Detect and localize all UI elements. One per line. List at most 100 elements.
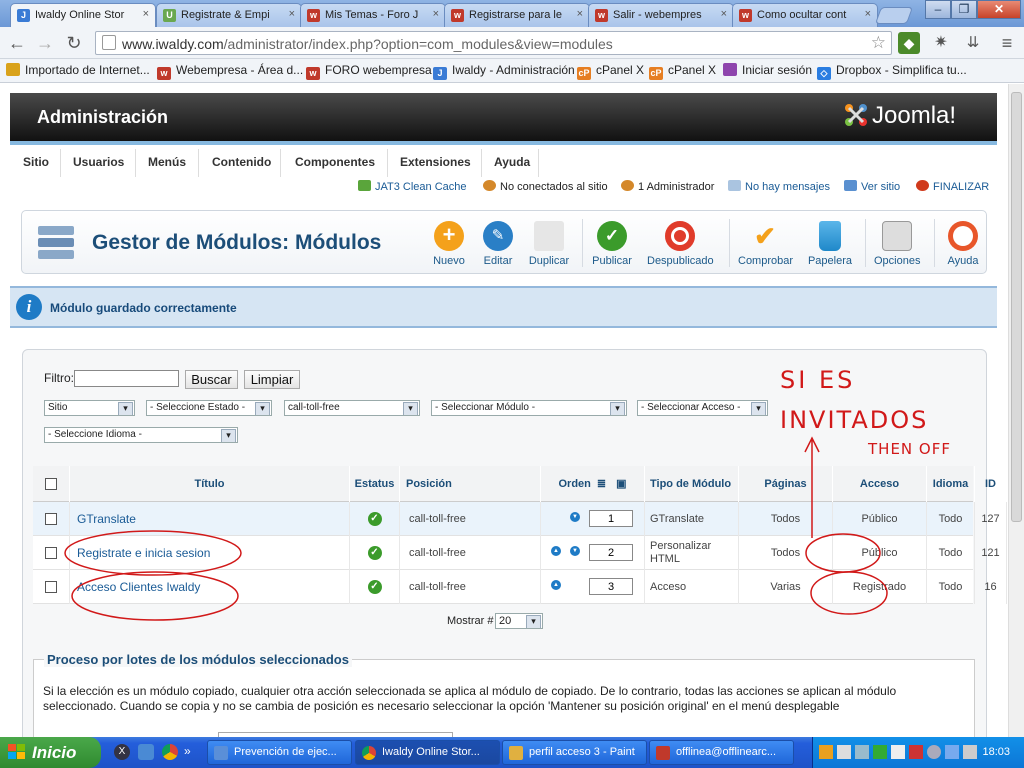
published-check-icon[interactable]: ✓ <box>367 580 382 594</box>
bookmark-item[interactable]: J Iwaldy - Administración <box>433 63 575 80</box>
access-select[interactable]: - Seleccionar Acceso - <box>637 400 768 416</box>
menu-usuarios[interactable]: Usuarios <box>73 155 124 169</box>
taskbar-item-active[interactable]: Iwaldy Online Stor... <box>355 740 500 765</box>
trash-button[interactable]: Papelera <box>807 221 853 267</box>
tray-app-icon[interactable] <box>873 745 887 759</box>
duplicate-button[interactable]: Duplicar <box>526 221 572 267</box>
new-tab-button[interactable] <box>874 7 914 24</box>
move-up-icon[interactable]: ▲ <box>551 546 561 556</box>
unpublish-button[interactable]: Despublicado <box>647 221 714 267</box>
menu-componentes[interactable]: Componentes <box>295 155 375 169</box>
row-checkbox[interactable] <box>45 581 57 593</box>
tab-close-icon[interactable]: × <box>433 8 439 20</box>
position-select[interactable]: call-toll-free <box>284 400 420 416</box>
start-button[interactable]: Inicio <box>0 737 101 768</box>
quicklaunch-chrome-icon[interactable] <box>162 744 178 760</box>
tray-app-icon[interactable] <box>819 745 833 759</box>
menu-ayuda[interactable]: Ayuda <box>494 155 530 169</box>
tab-close-icon[interactable]: × <box>721 8 727 20</box>
scrollbar-thumb[interactable] <box>1011 92 1022 522</box>
quicklaunch-more-icon[interactable]: » <box>184 744 200 760</box>
browser-tab-active[interactable]: J Iwaldy Online Stor × <box>10 3 156 28</box>
pagination-limit-select[interactable]: 20 <box>495 613 543 629</box>
tab-close-icon[interactable]: × <box>577 8 583 20</box>
taskbar-item[interactable]: offlinea@offlinearc... <box>649 740 794 765</box>
save-order-icon[interactable]: ▣ <box>616 478 626 491</box>
help-button[interactable]: Ayuda <box>944 221 982 267</box>
network-icon[interactable] <box>945 745 959 759</box>
options-button[interactable]: Opciones <box>874 221 920 267</box>
bookmark-star-icon[interactable]: ☆ <box>871 33 886 53</box>
bookmark-item[interactable]: cP cPanel X <box>649 63 716 80</box>
col-title[interactable]: Título <box>70 466 350 502</box>
client-select[interactable]: Sitio <box>44 400 135 416</box>
logout-link[interactable]: FINALIZAR <box>916 180 989 193</box>
tray-app-icon[interactable] <box>837 745 851 759</box>
tray-app-icon[interactable] <box>909 745 923 759</box>
taskbar-item[interactable]: perfil acceso 3 - Paint <box>502 740 647 765</box>
browser-tab[interactable]: w Registrarse para le × <box>444 3 590 27</box>
browser-tab[interactable]: w Como ocultar cont × <box>732 3 878 27</box>
col-type[interactable]: Tipo de Módulo <box>645 466 739 502</box>
menu-menus[interactable]: Menús <box>148 155 186 169</box>
bookmark-item[interactable]: w FORO webempresa <box>306 63 432 80</box>
taskbar-item[interactable]: Prevención de ejec... <box>207 740 352 765</box>
browser-tab[interactable]: w Salir - webempres × <box>588 3 734 27</box>
tray-app-icon[interactable] <box>855 745 869 759</box>
view-site-link[interactable]: Ver sitio <box>844 180 900 193</box>
volume-icon[interactable] <box>963 745 977 759</box>
bookmark-item[interactable]: cP cPanel X <box>577 63 644 80</box>
module-title-link[interactable]: GTranslate <box>77 512 136 526</box>
clear-button[interactable]: Limpiar <box>244 370 300 389</box>
close-window-icon[interactable]: ✕ <box>977 0 1021 19</box>
menu-contenido[interactable]: Contenido <box>212 155 271 169</box>
vertical-scrollbar[interactable] <box>1008 84 1024 737</box>
browser-tab[interactable]: U Registrate & Empi × <box>156 3 302 27</box>
minimize-window-icon[interactable]: – <box>925 0 951 19</box>
row-checkbox[interactable] <box>45 513 57 525</box>
checkin-button[interactable]: ✔ Comprobar <box>738 221 793 267</box>
row-checkbox[interactable] <box>45 547 57 559</box>
bookmark-item[interactable]: Importado de Internet... <box>6 63 150 77</box>
back-icon[interactable]: ← <box>6 32 28 54</box>
bookmark-item[interactable]: w Webempresa - Área d... <box>157 63 303 80</box>
col-access[interactable]: Acceso <box>833 466 927 502</box>
col-id[interactable]: ID <box>975 466 1007 502</box>
tab-close-icon[interactable]: × <box>289 8 295 20</box>
search-button[interactable]: Buscar <box>185 370 238 389</box>
extension-icon[interactable]: ◆ <box>898 32 920 54</box>
tab-close-icon[interactable]: × <box>865 8 871 20</box>
order-input[interactable] <box>589 578 633 595</box>
bug-extension-icon[interactable]: ✷ <box>930 32 952 54</box>
bookmark-item[interactable]: ◇ Dropbox - Simplifica tu... <box>817 63 967 80</box>
move-down-icon[interactable]: ▼ <box>570 512 580 522</box>
state-select[interactable]: - Seleccione Estado - <box>146 400 272 416</box>
order-input[interactable] <box>589 544 633 561</box>
tab-close-icon[interactable]: × <box>143 8 149 20</box>
menu-wrench-icon[interactable]: ≡ <box>996 32 1018 54</box>
col-language[interactable]: Idioma <box>927 466 975 502</box>
select-all-checkbox[interactable] <box>45 478 57 490</box>
module-title-link[interactable]: Registrate e inicia sesion <box>77 546 210 560</box>
col-pages[interactable]: Páginas <box>739 466 833 502</box>
order-input[interactable] <box>589 510 633 527</box>
filter-search-input[interactable] <box>74 370 179 387</box>
address-bar[interactable]: www.iwaldy.com/administrator/index.php?o… <box>95 31 892 55</box>
publish-button[interactable]: ✓ Publicar <box>592 221 632 267</box>
module-type-select[interactable]: - Seleccionar Módulo - <box>431 400 627 416</box>
quicklaunch-ie-icon[interactable] <box>138 744 154 760</box>
reload-icon[interactable]: ↻ <box>63 32 85 54</box>
new-button[interactable]: + Nuevo <box>431 221 467 267</box>
col-status[interactable]: Estatus <box>350 466 400 502</box>
menu-extensiones[interactable]: Extensiones <box>400 155 471 169</box>
cache-link[interactable]: JAT3 Clean Cache <box>358 180 467 193</box>
language-select[interactable]: - Seleccione Idioma - <box>44 427 238 443</box>
restore-window-icon[interactable]: ❐ <box>951 0 977 19</box>
sort-icon[interactable]: ≣ <box>597 478 606 491</box>
col-position[interactable]: Posición <box>400 466 541 502</box>
module-title-link[interactable]: Acceso Clientes Iwaldy <box>77 580 200 594</box>
browser-tab[interactable]: w Mis Temas - Foro J × <box>300 3 446 27</box>
published-check-icon[interactable]: ✓ <box>367 512 382 526</box>
download-extension-icon[interactable]: ⇊ <box>962 32 984 54</box>
published-check-icon[interactable]: ✓ <box>367 546 382 560</box>
